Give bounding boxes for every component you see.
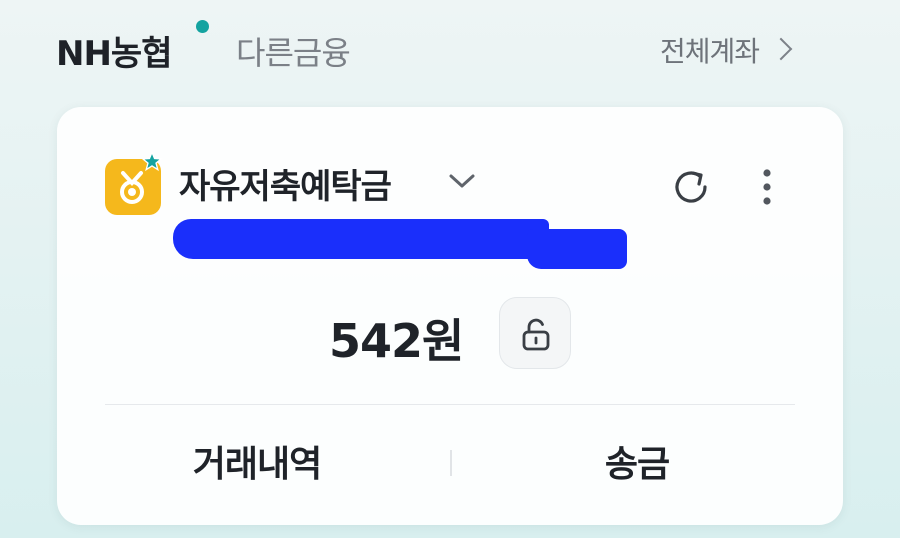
redacted-account-number-tail	[527, 229, 627, 269]
balance-amount: 542원	[329, 314, 464, 368]
balance-row: 542원	[57, 297, 843, 377]
chevron-right-icon	[773, 35, 795, 65]
unlock-icon	[522, 318, 550, 351]
all-accounts-label: 전체계좌	[660, 35, 760, 68]
transaction-history-button[interactable]: 거래내역	[167, 435, 347, 485]
tab-active-dot	[196, 20, 209, 33]
star-icon	[141, 151, 163, 172]
refresh-icon[interactable]	[667, 163, 715, 211]
card-divider	[105, 404, 795, 405]
hide-balance-button[interactable]	[499, 297, 571, 369]
action-separator	[450, 450, 452, 476]
top-bar: NH농협 다른금융 전체계좌	[0, 0, 900, 96]
transfer-button[interactable]: 송금	[557, 435, 717, 485]
redacted-account-number	[173, 219, 549, 259]
account-name[interactable]: 자유저축예탁금	[179, 159, 392, 208]
account-card: 자유저축예탁금 542원 거래내역 송금	[57, 107, 843, 525]
tab-nh[interactable]: NH농협	[56, 26, 172, 75]
tab-other-finance[interactable]: 다른금융	[236, 28, 351, 74]
chevron-down-icon[interactable]	[447, 169, 477, 193]
more-vertical-icon[interactable]	[752, 163, 782, 211]
all-accounts-link[interactable]: 전체계좌	[660, 30, 795, 70]
